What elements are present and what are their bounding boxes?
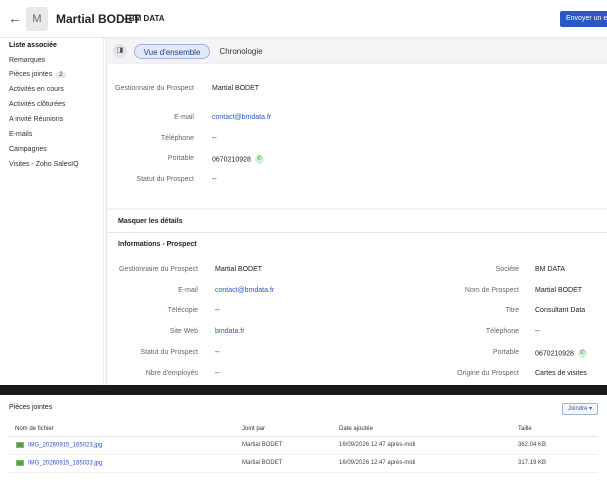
detail-value-source[interactable]: Cartes de visites — [535, 370, 587, 377]
crm-record-window: ← M Martial BODET - BM DATA Envoyer un e… — [0, 0, 607, 385]
field-label: Société — [495, 266, 519, 273]
detail-value-company[interactable]: BM DATA — [535, 266, 565, 273]
field-value-owner[interactable]: Martial BODET — [212, 85, 259, 92]
field-label: Statut du Prospect — [140, 349, 198, 356]
field-label: Gestionnaire du Prospect — [115, 85, 194, 92]
sidebar-item-emails[interactable]: E-mails — [9, 131, 32, 138]
sidebar-item-label: Pièces jointes — [9, 71, 53, 78]
avatar[interactable]: M — [26, 7, 48, 31]
file-size: 317.19 KB — [518, 460, 547, 466]
phone-icon[interactable]: ✆ — [254, 155, 264, 164]
sidebar-item-campaigns[interactable]: Campagnes — [9, 146, 47, 153]
detail-value-lead-name[interactable]: Martial BODET — [535, 287, 582, 294]
divider — [108, 232, 607, 233]
file-name: IMG_20260915_165023.jpg — [28, 442, 103, 449]
file-name: IMG_20260915_165033.jpg — [28, 460, 103, 467]
attachments-count-badge: 2 — [56, 72, 66, 78]
column-header-filename[interactable]: Nom de fichier — [15, 426, 54, 432]
detail-value-mobile[interactable]: 0670210928 ✆ — [535, 349, 587, 358]
file-size: 362.04 KB — [518, 442, 547, 448]
detail-value-employees[interactable]: -- — [215, 370, 220, 377]
column-header-attached-by[interactable]: Joint par — [242, 426, 265, 432]
field-label: Télécopie — [167, 307, 198, 314]
field-label: E-mail — [174, 114, 194, 121]
divider — [9, 472, 598, 473]
field-value-status[interactable]: -- — [212, 176, 217, 183]
detail-value-owner[interactable]: Martial BODET — [215, 266, 262, 273]
detail-value-phone[interactable]: -- — [535, 328, 540, 335]
attachments-window: Pièces jointes Joindre ▾ Nom de fichier … — [0, 395, 607, 483]
column-header-date-added[interactable]: Date ajoutée — [339, 426, 373, 432]
back-arrow-icon[interactable]: ← — [8, 10, 22, 26]
record-header: ← M Martial BODET - BM DATA Envoyer un e — [0, 0, 607, 38]
field-label: Origine du Prospect — [457, 370, 519, 377]
field-label: Nom de Prospect — [464, 287, 519, 294]
record-company: - BM DATA — [124, 14, 165, 23]
field-label: E-mail — [178, 287, 198, 294]
mobile-number: 0670210928 — [212, 156, 251, 164]
tab-bar: ◨ Vue d'ensemble Chronologie — [108, 40, 607, 62]
related-list-title: Liste associée — [9, 42, 57, 49]
field-label: Site Web — [169, 328, 198, 335]
panel-toggle-icon[interactable]: ◨ — [113, 44, 127, 58]
detail-value-website[interactable]: bmdata.fr — [215, 328, 245, 335]
details-card: Masquer les détails Informations - Prosp… — [108, 210, 607, 385]
section-title: Informations - Prospect — [118, 241, 197, 248]
attachments-title: Pièces jointes — [9, 404, 53, 411]
phone-icon[interactable]: ✆ — [577, 349, 587, 358]
field-label: Statut du Prospect — [136, 176, 194, 183]
field-label: Téléphone — [160, 135, 194, 142]
attachment-file-link[interactable]: IMG_20260915_165023.jpg — [16, 442, 102, 449]
sidebar-item-closed-activities[interactable]: Activités clôturées — [9, 101, 65, 108]
attached-by: Martial BODET — [242, 442, 283, 448]
field-label: Portable — [492, 349, 519, 356]
field-label: Titre — [505, 307, 519, 314]
hide-details-link[interactable]: Masquer les détails — [118, 218, 183, 225]
attached-by: Martial BODET — [242, 460, 283, 466]
send-email-button[interactable]: Envoyer un e — [560, 11, 607, 27]
divider — [9, 436, 598, 437]
field-value-phone[interactable]: -- — [212, 135, 217, 142]
field-value-mobile[interactable]: 0670210928 ✆ — [212, 155, 264, 164]
image-file-icon — [16, 460, 24, 466]
tab-overview[interactable]: Vue d'ensemble — [134, 44, 210, 59]
field-label: Portable — [167, 155, 194, 162]
mobile-number: 0670210928 — [535, 350, 574, 358]
detail-value-email[interactable]: contact@bmdata.fr — [215, 287, 274, 294]
detail-value-status[interactable]: -- — [215, 349, 220, 356]
sidebar-item-visits[interactable]: Visites - Zoho SalesIQ — [9, 161, 79, 168]
sidebar-item-attachments[interactable]: Pièces jointes 2 — [9, 71, 66, 78]
field-label: Gestionnaire du Prospect — [119, 266, 198, 273]
field-value-email[interactable]: contact@bmdata.fr — [212, 114, 271, 121]
detail-value-title[interactable]: Consultant Data — [535, 307, 585, 314]
image-file-icon — [16, 442, 24, 448]
tab-timeline[interactable]: Chronologie — [212, 44, 270, 59]
divider — [9, 454, 598, 455]
column-header-size[interactable]: Taille — [518, 426, 532, 432]
date-added: 16/09/2026 12:47 après-midi — [339, 460, 416, 466]
sidebar-item-remarques[interactable]: Remarques — [9, 57, 45, 64]
field-label: Nbre d'employés — [145, 370, 198, 377]
sidebar-item-meetings[interactable]: A invité Réunions — [9, 116, 63, 123]
field-label: Téléphone — [485, 328, 519, 335]
attachment-file-link[interactable]: IMG_20260915_165033.jpg — [16, 460, 102, 467]
date-added: 16/09/2026 12:47 après-midi — [339, 442, 416, 448]
detail-value-fax[interactable]: -- — [215, 307, 220, 314]
overview-card: Gestionnaire du Prospect Martial BODET E… — [108, 64, 607, 208]
attach-button[interactable]: Joindre ▾ — [562, 403, 598, 415]
sidebar-item-open-activities[interactable]: Activités en cours — [9, 86, 64, 93]
record-main: ◨ Vue d'ensemble Chronologie Gestionnair… — [105, 38, 607, 385]
